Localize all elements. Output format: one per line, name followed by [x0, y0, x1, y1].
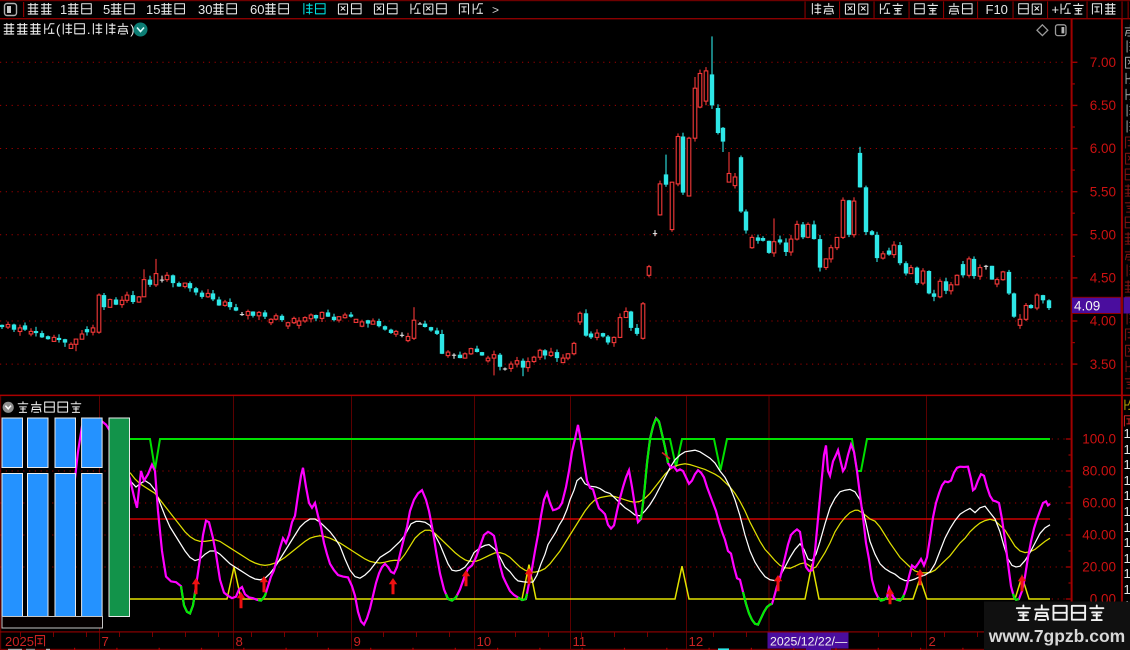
svg-text:1: 1: [1124, 442, 1130, 457]
svg-text:60.00: 60.00: [1082, 496, 1116, 511]
svg-text:1: 1: [1124, 535, 1130, 550]
svg-text:15: 15: [146, 2, 160, 17]
svg-text:7.00: 7.00: [1090, 55, 1116, 70]
svg-text:9: 9: [354, 634, 361, 649]
svg-text:4.00: 4.00: [1090, 314, 1116, 329]
svg-text:2025: 2025: [5, 634, 34, 649]
svg-text:3.50: 3.50: [1090, 357, 1116, 372]
svg-text:1: 1: [1124, 488, 1130, 503]
svg-text:2: 2: [929, 634, 936, 649]
svg-text:F10: F10: [986, 2, 1008, 17]
svg-text:7: 7: [102, 634, 109, 649]
svg-text:+: +: [1052, 2, 1060, 17]
svg-text:.: .: [87, 22, 91, 37]
svg-text:2025/12/22/—: 2025/12/22/—: [770, 634, 848, 648]
svg-text:1: 1: [60, 2, 67, 17]
svg-text:5.00: 5.00: [1090, 228, 1116, 243]
svg-text:10: 10: [477, 634, 492, 649]
svg-text:1: 1: [1124, 582, 1130, 597]
svg-text:20.00: 20.00: [1082, 560, 1116, 575]
svg-text:60: 60: [250, 2, 264, 17]
svg-text:1: 1: [1124, 426, 1130, 441]
svg-text:30: 30: [198, 2, 212, 17]
svg-text:11: 11: [573, 634, 587, 649]
svg-text:6.00: 6.00: [1090, 141, 1116, 156]
svg-text:4.09: 4.09: [1074, 298, 1100, 313]
svg-text:8: 8: [236, 634, 243, 649]
svg-text:1: 1: [1124, 473, 1130, 488]
svg-text:40.00: 40.00: [1082, 528, 1116, 543]
svg-text:6.50: 6.50: [1090, 98, 1116, 113]
svg-text:80.00: 80.00: [1082, 464, 1116, 479]
svg-text:1: 1: [1124, 457, 1130, 472]
svg-text:>: >: [492, 3, 499, 17]
svg-text:100.0: 100.0: [1082, 432, 1116, 447]
svg-text:(: (: [56, 22, 61, 37]
svg-text:5: 5: [103, 2, 110, 17]
svg-text:1: 1: [1124, 504, 1130, 519]
svg-text:4.50: 4.50: [1090, 271, 1116, 286]
svg-text:1: 1: [1124, 520, 1130, 535]
svg-text:5.50: 5.50: [1090, 184, 1116, 199]
svg-text:12: 12: [689, 634, 704, 649]
svg-text:1: 1: [1124, 551, 1130, 566]
svg-text:www.7gpzb.com: www.7gpzb.com: [988, 626, 1125, 646]
svg-text:1: 1: [1124, 566, 1130, 581]
